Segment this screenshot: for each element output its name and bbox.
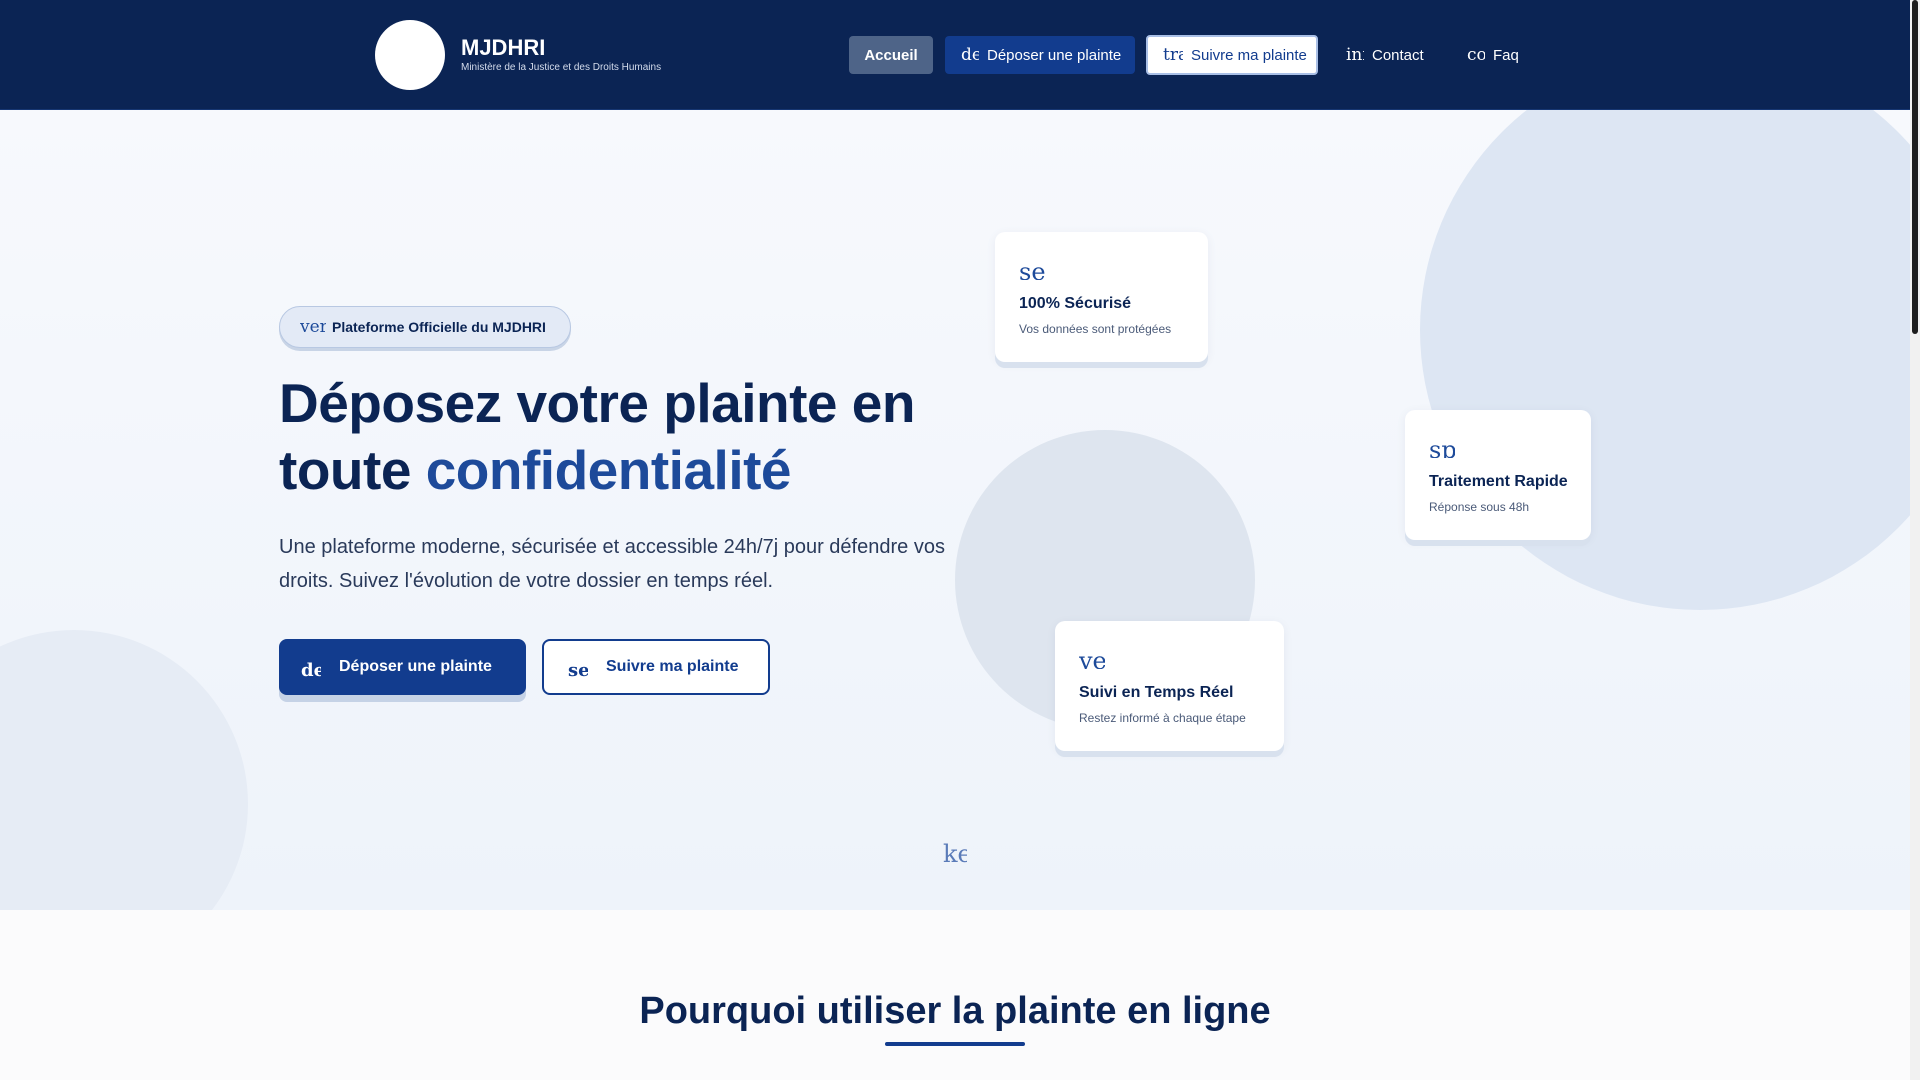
section-title: Pourquoi utiliser la plainte en ligne (639, 990, 1271, 1032)
scrollbar-thumb[interactable] (1912, 0, 1918, 334)
track-icon: tra (1163, 45, 1183, 65)
deposer-plainte-button[interactable]: de Déposer une plainte (279, 639, 526, 695)
feature-desc: Restez informé à chaque étape (1079, 711, 1246, 725)
badge-text: Plateforme Officielle du MJDHRI (332, 319, 546, 335)
logo[interactable] (375, 20, 445, 90)
feature-card-suivi: ve Suivi en Temps Réel Restez informé à … (1055, 621, 1284, 751)
suivre-plainte-label: Suivre ma plainte (606, 658, 739, 675)
feature-title: Suivi en Temps Réel (1079, 684, 1234, 701)
top-navbar: MJDHRI Ministère de la Justice et des Dr… (0, 0, 1910, 110)
title-underline (885, 1042, 1025, 1046)
brand-subtitle: Ministère de la Justice et des Droits Hu… (461, 62, 662, 73)
document-icon: de (961, 45, 979, 65)
feature-title: Traitement Rapide (1429, 473, 1568, 490)
nav-suivre-link[interactable]: tra Suivre ma plainte (1146, 35, 1318, 75)
hero-section: ver Plateforme Officielle du MJDHRI Dépo… (0, 110, 1910, 910)
nav-contact-label: Contact (1372, 46, 1424, 64)
nav-suivre-label: Suivre ma plainte (1191, 46, 1307, 64)
hero-title: Déposez votre plainte en toute confident… (279, 370, 979, 504)
feature-card-rapide: sp Traitement Rapide Réponse sous 48h (1405, 410, 1591, 540)
faq-icon: co (1467, 45, 1485, 65)
nav-contact-link[interactable]: inf Contact (1346, 36, 1436, 74)
deposer-plainte-label: Déposer une plainte (339, 658, 492, 675)
suivre-plainte-button[interactable]: se Suivre ma plainte (542, 639, 770, 695)
nav-deposer-link[interactable]: de Déposer une plainte (945, 36, 1135, 74)
hero-title-line2: toute (279, 439, 426, 501)
feature-title: 100% Sécurisé (1019, 295, 1132, 312)
shield-icon: se (1019, 258, 1045, 280)
nav-faq-label: Faq (1493, 46, 1519, 64)
feature-desc: Réponse sous 48h (1429, 500, 1530, 514)
brand-title: MJDHRI (461, 35, 546, 60)
feature-card-securise: se 100% Sécurisé Vos données sont protég… (995, 232, 1208, 362)
nav-accueil-link[interactable]: Accueil (849, 36, 933, 74)
speed-icon: sp (1429, 436, 1455, 458)
nav-deposer-label: Déposer une plainte (987, 46, 1122, 64)
hero-description: Une plateforme moderne, sécurisée et acc… (279, 536, 945, 592)
search-icon: se (568, 659, 588, 681)
feature-desc: Vos données sont protégées (1019, 322, 1172, 336)
official-badge: ver Plateforme Officielle du MJDHRI (279, 306, 571, 348)
visibility-icon: ve (1079, 647, 1105, 669)
nav-accueil-label: Accueil (864, 46, 918, 64)
verified-icon: ver (300, 317, 326, 337)
hero-title-accent: confidentialité (425, 439, 792, 501)
decorative-circle (0, 630, 248, 910)
hero-title-line1: Déposez votre plainte en (279, 372, 915, 434)
scroll-down-icon[interactable]: ke (943, 840, 967, 868)
nav-faq-link[interactable]: co Faq (1467, 36, 1537, 74)
info-icon: inf (1346, 45, 1364, 65)
document-icon: de (301, 659, 321, 681)
